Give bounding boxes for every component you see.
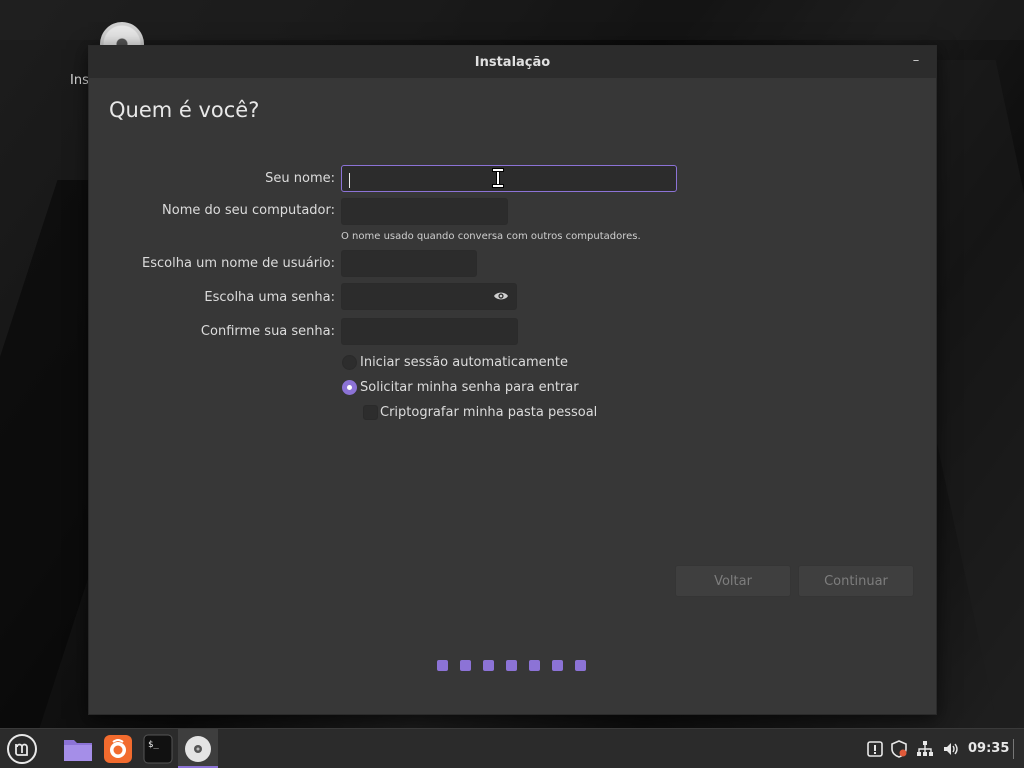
- encrypt-home-checkbox[interactable]: [363, 405, 378, 420]
- clock[interactable]: 09:35: [968, 741, 1009, 756]
- text-caret: [349, 173, 350, 188]
- network-icon[interactable]: [916, 740, 934, 758]
- name-label: Seu nome:: [265, 171, 335, 186]
- desktop-shape: [0, 0, 1024, 40]
- step-dot: [575, 660, 586, 671]
- minimize-button[interactable]: –: [910, 54, 922, 68]
- username-input[interactable]: [341, 250, 477, 277]
- desktop-install-label[interactable]: Ins: [70, 73, 89, 88]
- eye-icon[interactable]: [493, 290, 509, 302]
- require-password-label[interactable]: Solicitar minha senha para entrar: [360, 380, 579, 395]
- terminal-icon[interactable]: $_: [142, 733, 174, 765]
- require-password-radio[interactable]: [342, 380, 357, 395]
- window-title: Instalação: [474, 54, 551, 70]
- menu-icon[interactable]: [6, 733, 38, 765]
- back-button[interactable]: Voltar: [675, 565, 791, 597]
- autologin-label[interactable]: Iniciar sessão automaticamente: [360, 355, 568, 370]
- step-dot: [437, 660, 448, 671]
- files-icon[interactable]: [62, 733, 94, 765]
- step-dot: [483, 660, 494, 671]
- volume-icon[interactable]: [942, 740, 960, 758]
- password-input[interactable]: [341, 283, 517, 310]
- page-title: Quem é você?: [109, 98, 260, 122]
- show-desktop-separator[interactable]: [1013, 739, 1014, 759]
- password-label: Escolha uma senha:: [204, 290, 335, 305]
- step-dot: [460, 660, 471, 671]
- computer-name-input[interactable]: [341, 198, 508, 225]
- step-dot: [506, 660, 517, 671]
- username-label: Escolha um nome de usuário:: [142, 256, 335, 271]
- computer-name-label: Nome do seu computador:: [162, 203, 335, 218]
- notification-icon[interactable]: [866, 740, 884, 758]
- shield-update-icon[interactable]: [890, 740, 908, 758]
- step-dot: [552, 660, 563, 671]
- step-progress: [437, 660, 586, 671]
- autologin-radio[interactable]: [342, 355, 357, 370]
- taskbar: $_ 09:35: [0, 728, 1024, 768]
- confirm-password-label: Confirme sua senha:: [200, 324, 335, 339]
- firefox-icon[interactable]: [102, 733, 134, 765]
- installer-disc-icon[interactable]: [182, 733, 214, 765]
- window-titlebar[interactable]: Instalação –: [89, 46, 936, 78]
- name-input[interactable]: [341, 165, 677, 192]
- computer-name-hint: O nome usado quando conversa com outros …: [341, 231, 641, 242]
- svg-text:$_: $_: [148, 740, 159, 750]
- continue-button[interactable]: Continuar: [798, 565, 914, 597]
- ibeam-cursor-icon: [492, 168, 504, 188]
- encrypt-home-label[interactable]: Criptografar minha pasta pessoal: [380, 405, 597, 420]
- step-dot: [529, 660, 540, 671]
- confirm-password-input[interactable]: [341, 318, 518, 345]
